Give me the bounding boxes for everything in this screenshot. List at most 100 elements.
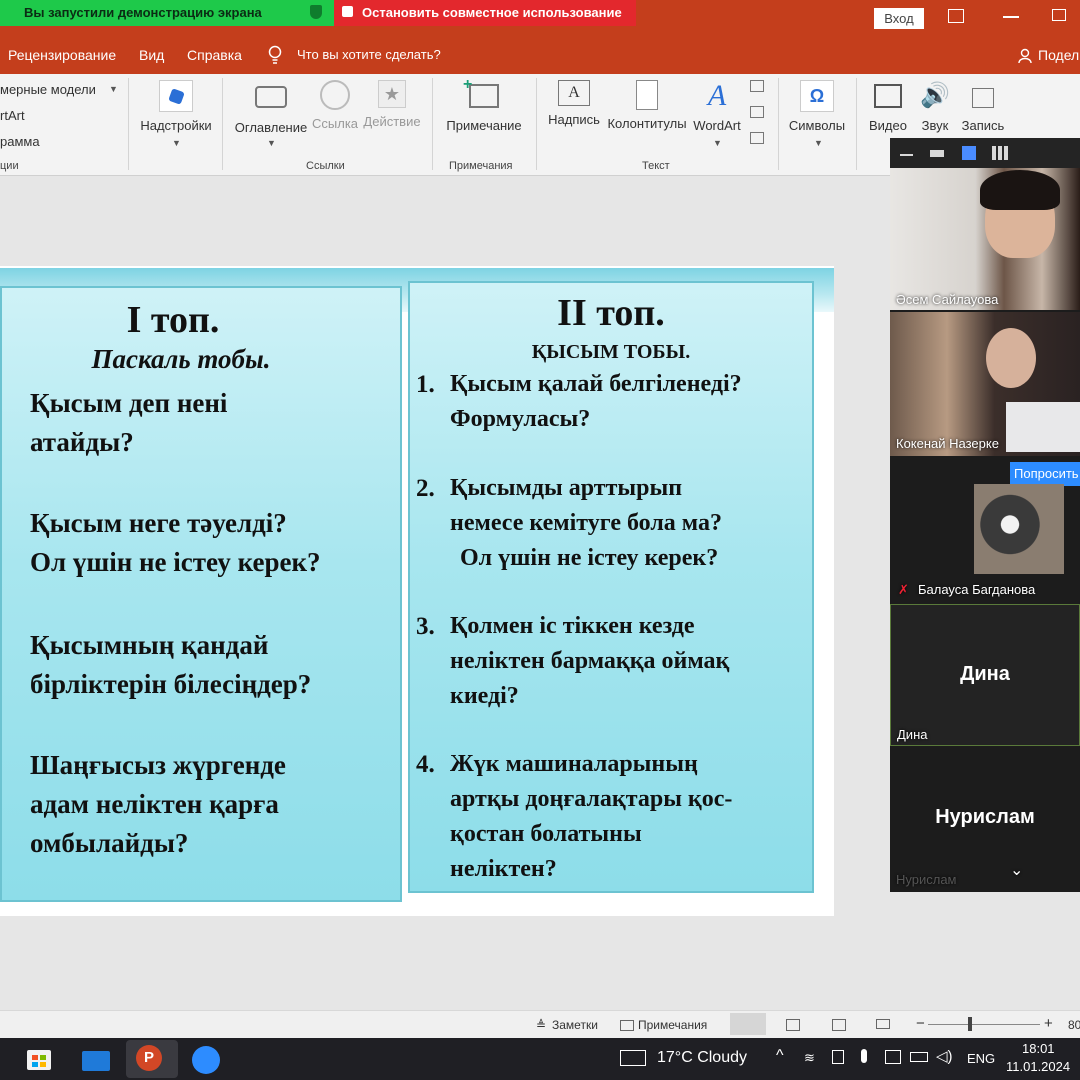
- tell-me-search[interactable]: Что вы хотите сделать?: [297, 47, 441, 62]
- card-group-1: I топ. Паскаль тобы. Қысым деп нені атай…: [0, 286, 402, 902]
- header-footer-button[interactable]: Колонтитулы: [605, 80, 689, 131]
- wordart-button[interactable]: A WordArt: [689, 79, 745, 134]
- link-button[interactable]: Ссылка: [312, 80, 358, 131]
- chevron-down-icon[interactable]: ⌄: [1010, 860, 1023, 880]
- screen-record-icon: [972, 88, 994, 108]
- normal-view-button[interactable]: [730, 1013, 766, 1035]
- participant-name: Балауса Багданова: [918, 582, 1036, 597]
- store-icon[interactable]: [24, 1044, 54, 1074]
- reading-view-icon[interactable]: [832, 1019, 846, 1031]
- ribbon-display-icon[interactable]: [948, 9, 964, 23]
- zoom-app-icon[interactable]: [192, 1044, 222, 1074]
- ribbon-tabs: Рецензирование Вид Справка Что вы хотите…: [0, 36, 1080, 74]
- action-label: Действие: [363, 114, 421, 129]
- language-indicator[interactable]: ENG: [967, 1051, 995, 1066]
- textbox-button[interactable]: A Надпись: [545, 80, 603, 127]
- record-label: Запись: [961, 118, 1005, 133]
- chevron-down-icon: ▼: [172, 138, 181, 148]
- display-icon[interactable]: [885, 1050, 901, 1064]
- minimize-icon[interactable]: [1003, 16, 1019, 18]
- participant-tile-active[interactable]: Дина Дина: [890, 604, 1080, 746]
- participant-tile[interactable]: Попросить ✗ Балауса Багданова: [890, 458, 1080, 602]
- date-time-icon[interactable]: [750, 80, 764, 92]
- group-1-question-2: Қысым неге тәуелді? Ол үшін не істеу кер…: [30, 508, 321, 577]
- audio-button[interactable]: 🔊 Звук: [914, 80, 956, 133]
- comment-button[interactable]: + Примечание: [441, 76, 527, 133]
- zoom-slider[interactable]: [928, 1024, 1040, 1025]
- symbols-label: Символы: [788, 118, 846, 133]
- symbols-button[interactable]: Ω Символы: [786, 80, 848, 133]
- separator: [778, 78, 779, 170]
- zoom-toolbar: [890, 138, 1080, 168]
- grid-view-icon[interactable]: [992, 146, 1008, 160]
- slide-sorter-icon[interactable]: [786, 1019, 800, 1031]
- strip-view-icon[interactable]: [962, 146, 976, 160]
- battery-icon[interactable]: [910, 1052, 928, 1062]
- tab-view[interactable]: Вид: [139, 47, 164, 63]
- weather-icon[interactable]: [620, 1050, 646, 1066]
- group-2-question-1: Қысым қалай белгіленеді? Формуласы?: [450, 371, 742, 432]
- screen-share-label: Вы запустили демонстрацию экрана: [24, 5, 262, 20]
- toc-icon: [255, 86, 287, 108]
- participant-name: Әсем Сайлауова: [896, 292, 999, 307]
- stop-sharing-button[interactable]: Остановить совместное использование: [334, 0, 636, 26]
- addins-icon: [159, 80, 193, 112]
- participant-tile[interactable]: Әсем Сайлауова: [890, 168, 1080, 310]
- object-icon[interactable]: [750, 132, 764, 144]
- separator: [536, 78, 537, 170]
- minimize-icon[interactable]: [900, 154, 913, 156]
- tab-help[interactable]: Справка: [187, 47, 242, 63]
- volume-icon[interactable]: ◁): [936, 1047, 953, 1065]
- clock-date[interactable]: 11.01.2024: [1006, 1059, 1070, 1074]
- signin-button[interactable]: Вход: [874, 8, 924, 29]
- weather-text[interactable]: 17°C Cloudy: [657, 1049, 747, 1067]
- zoom-slider-thumb[interactable]: [968, 1017, 972, 1031]
- camera-icon[interactable]: [832, 1050, 844, 1064]
- zoom-in-button[interactable]: +: [1044, 1015, 1053, 1032]
- share-button[interactable]: Подел: [1038, 47, 1079, 63]
- film-icon: [874, 84, 902, 108]
- mail-icon[interactable]: [80, 1044, 110, 1074]
- clock-time[interactable]: 18:01: [1022, 1041, 1055, 1056]
- illustrations-group-label: ции: [0, 160, 19, 172]
- wordart-icon: A: [707, 79, 727, 112]
- speaker-view-icon[interactable]: [930, 150, 944, 157]
- chevron-down-icon: ▼: [713, 138, 722, 148]
- video-button[interactable]: Видео: [864, 80, 912, 133]
- toc-button[interactable]: Оглавление: [232, 80, 310, 135]
- text-group-label: Текст: [642, 160, 670, 172]
- action-button[interactable]: ★ Действие: [362, 80, 422, 129]
- powerpoint-taskbar-button[interactable]: P: [126, 1040, 178, 1078]
- separator: [128, 78, 129, 170]
- participant-avatar: [974, 484, 1064, 574]
- microphone-icon[interactable]: [861, 1049, 867, 1063]
- shield-icon: [310, 5, 322, 19]
- page-icon: [636, 80, 658, 110]
- zoom-level[interactable]: 80: [1068, 1018, 1080, 1032]
- restore-icon[interactable]: [1052, 9, 1066, 21]
- powerpoint-icon: P: [136, 1045, 162, 1071]
- notes-button[interactable]: Заметки: [552, 1018, 598, 1032]
- participant-display-name: Дина: [960, 663, 1010, 685]
- participant-tile[interactable]: Кокенай Назерке: [890, 312, 1080, 456]
- network-icon[interactable]: ≋: [804, 1050, 815, 1066]
- video-label: Видео: [869, 118, 907, 133]
- audio-label: Звук: [921, 118, 949, 133]
- diagram-button[interactable]: рамма: [0, 134, 40, 149]
- addins-button[interactable]: Надстройки: [137, 80, 215, 133]
- zoom-out-button[interactable]: −: [916, 1015, 925, 1032]
- wordart-label: WordArt: [693, 118, 741, 133]
- slide-number-icon[interactable]: [750, 106, 764, 118]
- participant-tile[interactable]: Нурислам Нурислам ⌄: [890, 748, 1080, 892]
- omega-icon: Ω: [800, 80, 834, 112]
- 3d-models-button[interactable]: мерные модели: [0, 82, 96, 97]
- slideshow-icon[interactable]: [876, 1019, 890, 1029]
- lightbulb-icon: [268, 45, 282, 64]
- record-button[interactable]: Запись: [958, 80, 1008, 133]
- request-button[interactable]: Попросить: [1010, 462, 1080, 486]
- tab-review[interactable]: Рецензирование: [8, 47, 116, 63]
- wordart-small-button[interactable]: rtArt: [0, 108, 25, 123]
- comment-icon: [620, 1020, 634, 1031]
- chevron-up-icon[interactable]: ^: [776, 1047, 784, 1065]
- comments-button[interactable]: Примечания: [638, 1018, 707, 1032]
